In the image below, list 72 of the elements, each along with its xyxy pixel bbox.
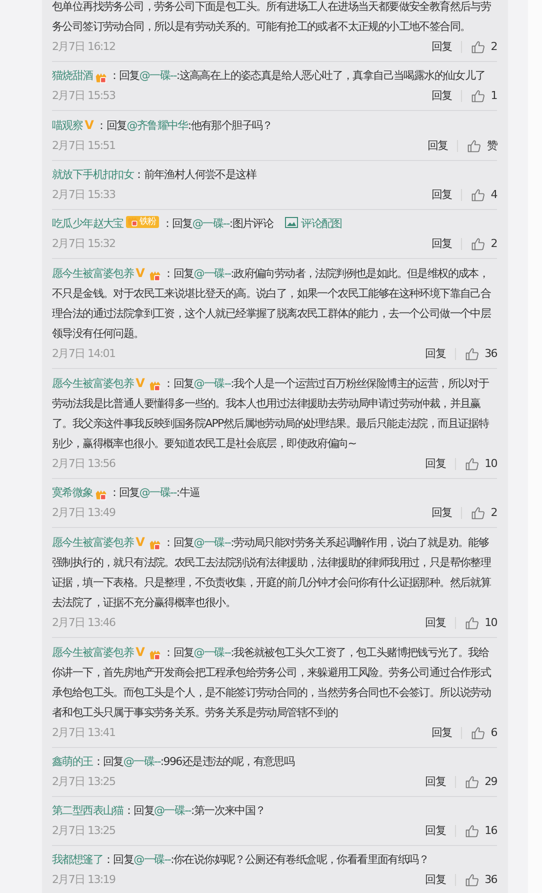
comment-text: 愿今生被富婆包养 V ：回复@一碟--:劳动局只能对劳务关系起调解作用，说白了就是劝。能够强制执行的，就只有法院。农民工去法院别说有法律援助，法律援助的律师我用过，只是帮你整理证据，填一下表格。只是整理，不负责收集，开庭的前几分钟才会问你有什么证据那种。然后就算去法院了，证据不充分赢得概率也很小。: [52, 534, 492, 611]
like-button[interactable]: 10: [464, 613, 497, 633]
comment-date: 2月7日 15:51: [52, 138, 116, 154]
fan-level-badge: 铁粉: [126, 216, 159, 228]
comment-text: 寞希微象 ：回复@一碟--:牛逼: [52, 484, 201, 502]
comment-date: 2月7日 13:46: [52, 615, 116, 631]
like-button[interactable]: 赞: [466, 136, 497, 156]
comment-text: 包单位再找劳务公司，劳务公司下面是包工头。所有进场工人在进场当天都要做安全教育然后与劳务公司签订劳动合同，所以是有劳动关系的。可能有抢工的或者不太正规的小工地不签合同。: [52, 0, 492, 35]
reply-link[interactable]: 回复: [427, 136, 448, 156]
comment-date: 2月7日 15:53: [52, 88, 116, 104]
comment-text: 愿今生被富婆包养 V ：回复@一碟--:政府偏向劳动者，法院判例也是如此。但是维权的成本，不只是金钱。对于农民工来说堪比登天的高。说白了，如果一个农民工能够在这种环境下靠自己合理合法的通过法院拿到工资，这个人就已经掌握了脱离农民工群体的能力，去一个公司做一个中层领导没有任何问题。: [52, 265, 492, 342]
comment-date: 2月7日 13:25: [52, 774, 116, 790]
comment-text: 愿今生被富婆包养 V ：回复@一碟--:我个人是一个运营过百万粉丝保险博主的运营，所以对于劳动法我是比普通人要懂得多一些的。我本人也用过法律援助去劳动局申请过劳动仲裁，并且赢了。我父亲这件事我反映到国务院APP然后属地劳动局的处理结果。最后只能走法院，而且证据特别少，赢得概率也很小。要知道农民工是社会底层，即使政府偏向~: [52, 375, 490, 452]
reply-link[interactable]: 回复: [425, 454, 446, 474]
like-button[interactable]: 1: [470, 86, 497, 106]
like-button[interactable]: 2: [470, 37, 497, 57]
reply-link[interactable]: 回复: [431, 723, 452, 743]
thumbs-up-icon: [470, 40, 485, 54]
thumbs-up-icon: [470, 89, 485, 103]
reply-link[interactable]: 回复: [431, 37, 452, 57]
like-button[interactable]: 36: [464, 344, 497, 364]
image-icon: [285, 217, 298, 228]
comment-text: 第二型西表山猫：回复@一碟--:第一次来中国？: [52, 803, 266, 819]
verified-label: V: [84, 118, 94, 132]
like-button[interactable]: 29: [464, 772, 497, 792]
thumbs-up-icon: [464, 775, 479, 789]
verified-label: V: [136, 266, 144, 280]
comment-date: 2月7日 13:56: [52, 456, 116, 472]
comment-date: 2月7日 16:12: [52, 39, 116, 55]
like-button[interactable]: 2: [470, 234, 497, 254]
like-button[interactable]: 2: [470, 503, 497, 523]
thumbs-up-icon: [470, 237, 485, 251]
thumbs-up-icon: [470, 726, 485, 740]
comment-date: 2月7日 15:33: [52, 187, 116, 203]
reply-link[interactable]: 回复: [425, 821, 446, 841]
reply-link[interactable]: 回复: [431, 185, 452, 205]
like-button[interactable]: 4: [470, 185, 497, 205]
thumbs-up-icon: [470, 188, 485, 202]
comment-text: 猫烧甜酒 ：回复@一碟--:这高高在上的姿态真是给人恶心吐了，真拿自己当喝露水的仙女儿了: [52, 67, 486, 86]
thumbs-up-icon: [464, 873, 479, 887]
comment-date: 2月7日 14:01: [52, 346, 116, 362]
thumbs-up-icon: [464, 347, 479, 361]
thumbs-up-icon: [464, 457, 479, 471]
verified-label: V: [136, 376, 144, 390]
verified-label: V: [136, 645, 144, 659]
like-button[interactable]: 6: [470, 723, 497, 743]
like-button[interactable]: 36: [464, 870, 497, 890]
like-button[interactable]: 16: [464, 821, 497, 841]
comment-date: 2月7日 13:19: [52, 872, 116, 888]
like-button[interactable]: 10: [464, 454, 497, 474]
comment-text: 我都想篷了：回复@一碟--:你在说你妈呢？公厕还有卷纸盒呢，你看看里面有纸吗？: [52, 852, 430, 868]
reply-link[interactable]: 回复: [425, 344, 446, 364]
thumbs-up-icon: [466, 139, 481, 153]
comment-text: 愿今生被富婆包养 V ：回复@一碟--:我爸就被包工头欠工资了，包工头赌博把钱亏光了。我给你讲一下，首先房地产开发商会把工程承包给劳务公司，来躲避用工风险。劳务公司通过合作形式承包给包工头。而包工头是个人，是不能签订劳动合同的，当然劳务合同也不会签订。所以说劳动者和包工头只属于事实劳务关系。劳务关系是劳动局管辖不到的: [52, 644, 492, 721]
comment-date: 2月7日 13:25: [52, 823, 116, 839]
reply-link[interactable]: 回复: [431, 234, 452, 254]
comment-date: 2月7日 13:49: [52, 505, 116, 521]
comment-date: 2月7日 15:32: [52, 236, 116, 252]
thumbs-up-icon: [464, 824, 479, 838]
comment-text: 鑫萌的王：回复@一碟--:996还是违法的呢，有意思吗: [52, 754, 296, 770]
comment-text: 就放下手机扣扣女：前年渔村人何尝不是这样: [52, 167, 258, 183]
reply-link[interactable]: 回复: [425, 772, 446, 792]
comment-text: 喵观察 V ：回复@齐鲁耀中华:他有那个胆子吗？: [52, 117, 274, 134]
reply-link[interactable]: 回复: [431, 86, 452, 106]
thumbs-up-icon: [464, 616, 479, 630]
reply-link[interactable]: 回复: [431, 503, 452, 523]
comment-text: 吃瓜少年赵大宝 铁粉 ：回复@一碟--:图片评论 评论配图: [52, 214, 343, 232]
thumbs-up-icon: [470, 506, 485, 520]
comment-date: 2月7日 13:41: [52, 725, 116, 741]
reply-link[interactable]: 回复: [425, 613, 446, 633]
verified-label: V: [136, 535, 144, 549]
reply-link[interactable]: 回复: [425, 870, 446, 890]
